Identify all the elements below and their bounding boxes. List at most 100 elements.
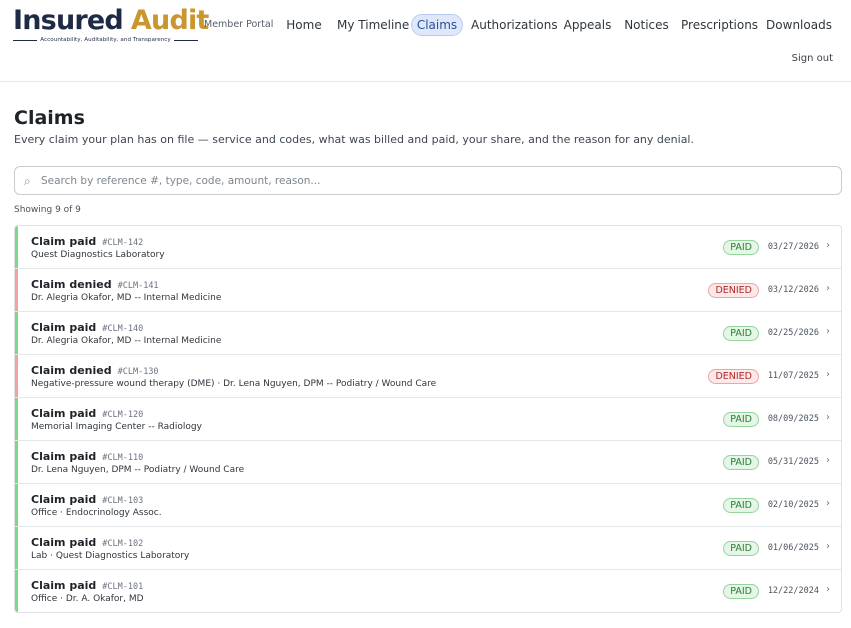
claim-title: Claim denied #CLM-130 (31, 364, 159, 377)
claim-title: Claim paid #CLM-110 (31, 450, 143, 463)
claim-description: Quest Diagnostics Laboratory (31, 250, 165, 260)
claim-date: 08/09/2025 (767, 414, 819, 424)
main-nav: Home My Timeline Claims Authorizations A… (0, 14, 851, 38)
claim-title: Claim paid #CLM-120 (31, 407, 143, 420)
claim-row[interactable]: Claim paid #CLM-101 Office · Dr. A. Okafor… (15, 570, 841, 612)
claim-description: Office · Endocrinology Assoc. (31, 508, 162, 518)
nav-prescriptions[interactable]: Prescriptions (681, 14, 758, 36)
status-stripe (15, 484, 18, 526)
chevron-right-icon: › (826, 584, 830, 595)
status-stripe (15, 355, 18, 397)
status-badge: PAID (723, 240, 759, 255)
claim-date: 03/27/2026 (767, 242, 819, 252)
claim-ref: #CLM-101 (102, 582, 144, 592)
claim-title-text: Claim paid (31, 579, 97, 592)
nav-notices[interactable]: Notices (624, 14, 669, 36)
claim-date: 02/10/2025 (767, 500, 819, 510)
status-stripe (15, 527, 18, 569)
claim-title: Claim paid #CLM-142 (31, 235, 143, 248)
status-badge: PAID (723, 326, 759, 341)
claim-ref: #CLM-110 (102, 453, 144, 463)
claim-title-text: Claim paid (31, 235, 97, 248)
status-badge: PAID (723, 584, 759, 599)
claim-description: Dr. Alegria Okafor, MD -- Internal Medic… (31, 336, 222, 346)
claim-date: 05/31/2025 (767, 457, 819, 467)
chevron-right-icon: › (826, 369, 830, 380)
claim-date: 03/12/2026 (767, 285, 819, 295)
claim-title-text: Claim paid (31, 536, 97, 549)
claim-row[interactable]: Claim paid #CLM-102 Lab · Quest Diagnostic… (15, 527, 841, 570)
claim-title: Claim paid #CLM-102 (31, 536, 143, 549)
nav-downloads[interactable]: Downloads (766, 14, 832, 36)
status-stripe (15, 312, 18, 354)
claims-list: Claim paid #CLM-142 Quest Diagnostics Labo… (14, 225, 842, 613)
status-badge: PAID (723, 498, 759, 513)
claim-title-text: Claim paid (31, 321, 97, 334)
chevron-right-icon: › (826, 455, 830, 466)
claim-description: Memorial Imaging Center -- Radiology (31, 422, 202, 432)
nav-home[interactable]: Home (283, 14, 325, 36)
claim-ref: #CLM-142 (102, 238, 144, 248)
chevron-right-icon: › (826, 412, 830, 423)
chevron-right-icon: › (826, 541, 830, 552)
claim-row[interactable]: Claim paid #CLM-140 Dr. Alegria Okafor, MD… (15, 312, 841, 355)
claim-description: Lab · Quest Diagnostics Laboratory (31, 551, 190, 561)
claim-row[interactable]: Claim denied #CLM-130 Negative-pressure wo… (15, 355, 841, 398)
search-input[interactable] (41, 171, 831, 191)
claim-description: Dr. Lena Nguyen, DPM -- Podiatry / Wound… (31, 465, 245, 475)
claim-title-text: Claim paid (31, 493, 97, 506)
chevron-right-icon: › (826, 283, 830, 294)
claim-date: 02/25/2026 (767, 328, 819, 338)
nav-authorizations[interactable]: Authorizations (471, 14, 558, 36)
claim-date: 11/07/2025 (767, 371, 819, 381)
claim-ref: #CLM-140 (102, 324, 144, 334)
status-stripe (15, 441, 18, 483)
claim-row[interactable]: Claim denied #CLM-141 Dr. Alegria Okafor, … (15, 269, 841, 312)
claim-date: 12/22/2024 (767, 586, 819, 596)
claim-title-text: Claim paid (31, 407, 97, 420)
chevron-right-icon: › (826, 326, 830, 337)
status-stripe (15, 570, 18, 612)
page-subtitle: Every claim your plan has on file — serv… (14, 133, 694, 146)
claim-row[interactable]: Claim paid #CLM-103 Office · Endocrinology… (15, 484, 841, 527)
top-header: Insured Audit Accountability, Auditabilit… (0, 0, 851, 82)
claim-ref: #CLM-141 (117, 281, 159, 291)
chevron-right-icon: › (826, 240, 830, 251)
chevron-right-icon: › (826, 498, 830, 509)
claim-title: Claim paid #CLM-101 (31, 579, 143, 592)
claim-description: Negative-pressure wound therapy (DME) · … (31, 379, 437, 389)
status-badge: DENIED (708, 369, 759, 384)
claim-date: 01/06/2025 (767, 543, 819, 553)
claim-description: Office · Dr. A. Okafor, MD (31, 594, 144, 604)
status-badge: PAID (723, 412, 759, 427)
claim-ref: #CLM-130 (117, 367, 159, 377)
claim-description: Dr. Alegria Okafor, MD -- Internal Medic… (31, 293, 222, 303)
status-stripe (15, 269, 18, 311)
search-box: ⌕ (14, 166, 842, 195)
nav-claims[interactable]: Claims (411, 14, 463, 36)
sign-out-link[interactable]: Sign out (792, 53, 833, 64)
claim-ref: #CLM-103 (102, 496, 144, 506)
status-badge: PAID (723, 541, 759, 556)
page-title: Claims (14, 107, 85, 129)
claim-title: Claim paid #CLM-103 (31, 493, 143, 506)
nav-appeals[interactable]: Appeals (562, 14, 613, 36)
status-badge: PAID (723, 455, 759, 470)
status-stripe (15, 226, 18, 268)
claim-ref: #CLM-102 (102, 539, 144, 549)
claim-row[interactable]: Claim paid #CLM-120 Memorial Imaging Cente… (15, 398, 841, 441)
results-count: Showing 9 of 9 (14, 205, 81, 215)
claim-title-text: Claim denied (31, 278, 112, 291)
status-stripe (15, 398, 18, 440)
tagline-rule-right (173, 39, 199, 41)
claim-title-text: Claim denied (31, 364, 112, 377)
claim-row[interactable]: Claim paid #CLM-110 Dr. Lena Nguyen, DPM -… (15, 441, 841, 484)
search-icon: ⌕ (24, 174, 31, 188)
nav-my-timeline[interactable]: My Timeline (337, 14, 409, 36)
claim-row[interactable]: Claim paid #CLM-142 Quest Diagnostics Labo… (15, 226, 841, 269)
claim-title: Claim paid #CLM-140 (31, 321, 143, 334)
claim-title-text: Claim paid (31, 450, 97, 463)
claim-ref: #CLM-120 (102, 410, 144, 420)
status-badge: DENIED (708, 283, 759, 298)
tagline-rule-left (13, 39, 38, 41)
